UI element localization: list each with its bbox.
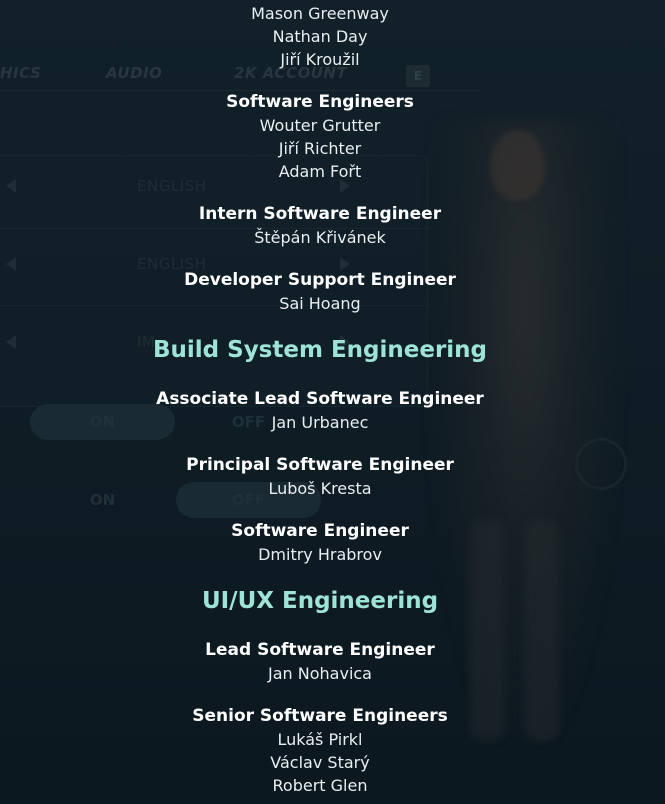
credit-name: Jan Nohavica xyxy=(268,664,372,683)
credit-name: Nathan Day xyxy=(272,27,368,46)
credit-name: Luboš Kresta xyxy=(268,479,372,498)
credit-name: Jiří Kroužil xyxy=(280,50,360,69)
bg-chevron-left-icon xyxy=(6,179,16,193)
credit-name: Jiří Richter xyxy=(278,139,362,158)
credit-role: Intern Software Engineer xyxy=(198,204,442,224)
credit-role: Principal Software Engineer xyxy=(186,455,454,475)
credits-section-title: UI/UX Engineering xyxy=(201,588,439,614)
credits-section-title: Build System Engineering xyxy=(152,337,488,363)
credit-name: Dmitry Hrabrov xyxy=(258,545,382,564)
credit-name: Štěpán Křivánek xyxy=(254,228,386,247)
credit-name: Václav Starý xyxy=(270,753,370,772)
credit-name: Robert Glen xyxy=(272,776,368,795)
credit-role: Developer Support Engineer xyxy=(184,270,456,290)
credit-role: Senior Software Engineers xyxy=(192,706,448,726)
credit-name: Adam Fořt xyxy=(278,162,362,181)
bg-chevron-right-icon xyxy=(340,257,350,271)
credit-name: Mason Greenway xyxy=(251,4,389,23)
credit-role: Associate Lead Software Engineer xyxy=(156,389,484,409)
credit-role: Lead Software Engineer xyxy=(205,640,435,660)
credit-role: Software Engineers xyxy=(226,92,414,112)
credit-name: Jan Urbanec xyxy=(271,413,369,432)
credit-role: Software Engineer xyxy=(231,521,409,541)
credit-name: Wouter Grutter xyxy=(259,116,381,135)
bg-chevron-left-icon xyxy=(6,257,16,271)
credit-name: Sai Hoang xyxy=(279,294,361,313)
bg-tab-divider xyxy=(0,90,480,91)
credits-screen: HICS AUDIO 2K ACCOUNT E ENGLISH ENGLISH … xyxy=(0,0,665,804)
credit-name: Lukáš Pirkl xyxy=(277,730,363,749)
bg-chevron-right-icon xyxy=(340,179,350,193)
